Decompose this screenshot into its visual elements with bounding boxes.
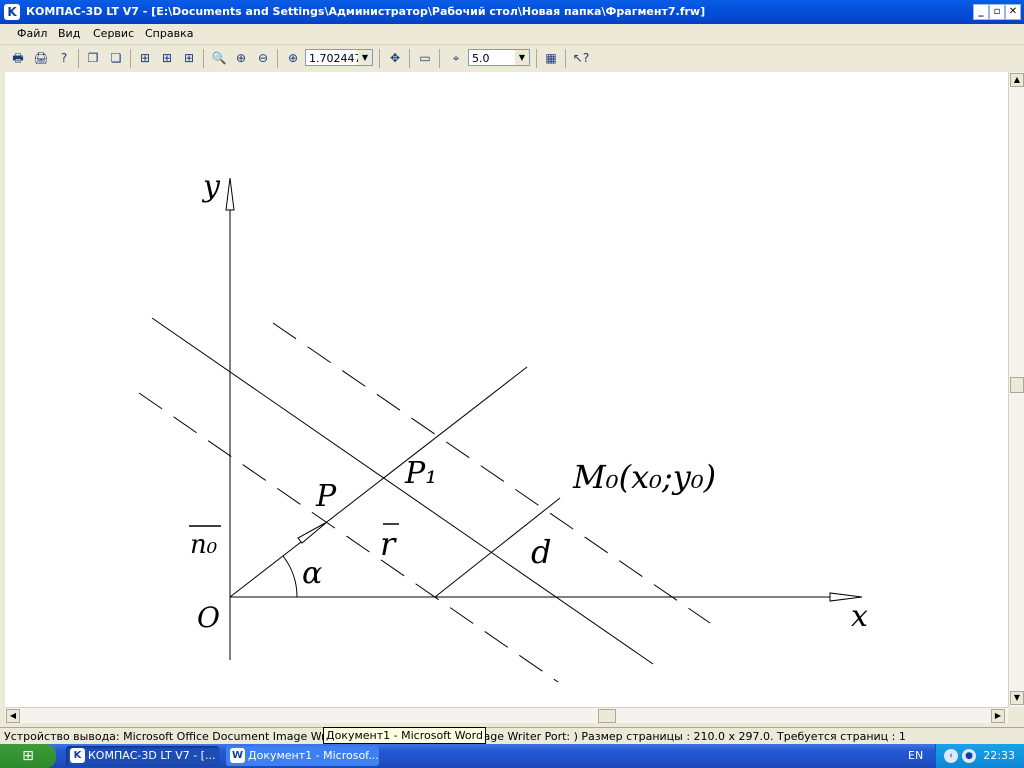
step-value: 5.0	[472, 52, 490, 65]
show-all-icon[interactable]: ▭	[416, 49, 434, 67]
print-icon[interactable]: 🖶	[9, 49, 27, 67]
scroll-down-icon[interactable]: ▼	[1010, 691, 1024, 705]
toolbar: 🖶 🖨 ? ❐ ❏ ⊞ ⊞ ⊞ 🔍 ⊕ ⊖ ⊕ 1.702447 ▼ ✥ ▭ ⌖…	[0, 45, 1024, 73]
normal-label: n₀	[190, 530, 218, 560]
maximize-button[interactable]: ▫	[989, 4, 1005, 20]
context-help-icon[interactable]: ↖?	[572, 49, 590, 67]
scroll-up-icon[interactable]: ▲	[1010, 73, 1024, 87]
step-combo[interactable]: 5.0 ▼	[468, 49, 530, 66]
clock[interactable]: 22:33	[983, 749, 1015, 762]
tray-chevron-icon[interactable]: ‹	[944, 749, 958, 763]
zoom-in-icon[interactable]: ⊕	[232, 49, 250, 67]
scroll-right-icon[interactable]: ▶	[991, 709, 1005, 723]
task-word[interactable]: W Документ1 - Microsof...	[226, 746, 379, 766]
normal-vector-arrow	[297, 521, 328, 544]
window-title: КОМПАС-3D LT V7 - [E:\Documents and Sett…	[26, 5, 706, 18]
print-preview-icon[interactable]: 🖨	[32, 49, 50, 67]
grid-layout-3-icon[interactable]: ⊞	[180, 49, 198, 67]
y-axis-arrow	[225, 177, 235, 211]
kompas-task-icon: K	[70, 748, 85, 763]
chevron-down-icon[interactable]: ▼	[358, 50, 372, 65]
grid-layout-1-icon[interactable]: ⊞	[136, 49, 154, 67]
menu-service[interactable]: Сервис	[93, 27, 134, 40]
angle-arc	[282, 555, 298, 598]
point-m0-label: M₀(x₀;y₀)	[572, 458, 716, 496]
radius-label: r	[380, 525, 397, 563]
close-button[interactable]: ✕	[1005, 4, 1021, 20]
kompas-app-icon[interactable]: K	[4, 4, 20, 20]
start-button[interactable]: ⊞	[0, 744, 56, 768]
menu-bar: Файл Вид Сервис Справка	[0, 24, 1024, 45]
origin-label: O	[197, 601, 220, 634]
zoom-value: 1.702447	[309, 52, 362, 65]
status-bar: Устройство вывода: Microsoft Office Docu…	[0, 727, 1024, 745]
menu-help[interactable]: Справка	[145, 27, 193, 40]
copy-icon[interactable]: ❐	[84, 49, 102, 67]
menu-view[interactable]: Вид	[58, 27, 80, 40]
drawing-canvas[interactable]: y x O n₀ P P₁ M₀(x₀;y₀) r d α	[0, 72, 1008, 707]
task-word-label: Документ1 - Microsof...	[248, 749, 379, 762]
distance-label: d	[531, 533, 551, 571]
zoom-scale-icon[interactable]: ⊕	[284, 49, 302, 67]
vertical-scroll-thumb[interactable]	[1010, 377, 1024, 393]
horizontal-scroll-thumb[interactable]	[598, 709, 616, 723]
step-icon[interactable]: ⌖	[447, 49, 465, 67]
angle-label: α	[302, 556, 322, 591]
task-kompas[interactable]: K КОМПАС-3D LT V7 - [...	[66, 746, 219, 766]
vertical-scrollbar[interactable]: ▲ ▼	[1008, 72, 1024, 707]
pan-icon[interactable]: ✥	[386, 49, 404, 67]
word-task-icon: W	[230, 748, 245, 763]
help-book-icon[interactable]: ?	[55, 49, 73, 67]
x-axis-label: x	[851, 599, 868, 634]
horizontal-scrollbar[interactable]: ◀ ▶	[5, 707, 1008, 723]
minimize-button[interactable]: _	[973, 4, 989, 20]
system-tray: ‹ ● 22:33	[935, 744, 1024, 768]
scroll-left-icon[interactable]: ◀	[6, 709, 20, 723]
book-library-icon[interactable]: ▦	[542, 49, 560, 67]
zoom-out-icon[interactable]: ⊖	[254, 49, 272, 67]
zoom-window-icon[interactable]: 🔍	[210, 49, 228, 67]
normal-ray	[229, 366, 528, 598]
point-p-label: P	[315, 479, 337, 514]
grid-layout-2-icon[interactable]: ⊞	[158, 49, 176, 67]
title-bar[interactable]: K КОМПАС-3D LT V7 - [E:\Documents and Se…	[0, 0, 1024, 24]
chevron-down-icon[interactable]: ▼	[515, 50, 529, 65]
zoom-combo[interactable]: 1.702447 ▼	[305, 49, 373, 66]
drawing-svg: y x O n₀ P P₁ M₀(x₀;y₀) r d α	[138, 169, 868, 683]
point-p1-label: P₁	[404, 456, 437, 491]
y-axis-label: y	[201, 169, 221, 204]
menu-file[interactable]: Файл	[17, 27, 47, 40]
taskbar: ⊞ K КОМПАС-3D LT V7 - [... W Документ1 -…	[0, 744, 1024, 768]
tray-app-icon[interactable]: ●	[962, 749, 976, 763]
task-kompas-label: КОМПАС-3D LT V7 - [...	[88, 749, 216, 762]
taskbar-tooltip: Документ1 - Microsoft Word	[323, 727, 486, 744]
paste-icon[interactable]: ❏	[107, 49, 125, 67]
language-indicator[interactable]: EN	[908, 749, 923, 762]
